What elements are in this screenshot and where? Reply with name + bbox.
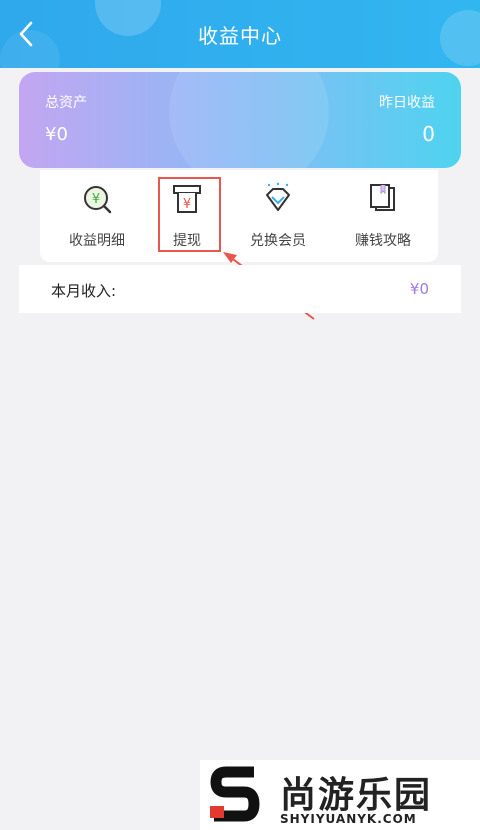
- menu-item-earnings-detail[interactable]: ¥ 收益明细: [52, 176, 142, 256]
- yesterday-earnings-value: 0: [422, 122, 435, 146]
- page-title: 收益中心: [198, 24, 282, 48]
- withdraw-highlight-box: [158, 177, 221, 252]
- total-assets-value: ¥0: [45, 124, 68, 145]
- menu-item-earning-guide[interactable]: 赚钱攻略: [338, 176, 428, 256]
- menu-label: 赚钱攻略: [355, 233, 411, 249]
- money-search-icon: ¥: [84, 186, 112, 214]
- monthly-income-value: ¥0: [409, 280, 429, 298]
- watermark-url: SHYIYUANYK.COM: [280, 812, 417, 826]
- total-assets-label: 总资产: [45, 95, 87, 111]
- watermark-logo: [210, 766, 260, 822]
- diamond-icon: [266, 182, 290, 211]
- decor-circle: [169, 72, 329, 168]
- watermark-text: 尚游乐园: [280, 775, 433, 816]
- book-icon: [370, 184, 395, 211]
- yesterday-earnings-label: 昨日收益: [379, 95, 435, 111]
- header-bar: 收益中心: [0, 0, 480, 68]
- menu-item-redeem-vip[interactable]: 兑换会员: [233, 176, 323, 256]
- monthly-income-label: 本月收入:: [51, 282, 117, 300]
- svg-text:¥: ¥: [92, 192, 100, 207]
- watermark: 尚游乐园 SHYIYUANYK.COM: [200, 760, 480, 830]
- menu-label: 收益明细: [69, 233, 125, 249]
- monthly-income-row: 本月收入: ¥0: [19, 265, 461, 313]
- asset-card: 总资产 ¥0 昨日收益 0: [19, 72, 461, 168]
